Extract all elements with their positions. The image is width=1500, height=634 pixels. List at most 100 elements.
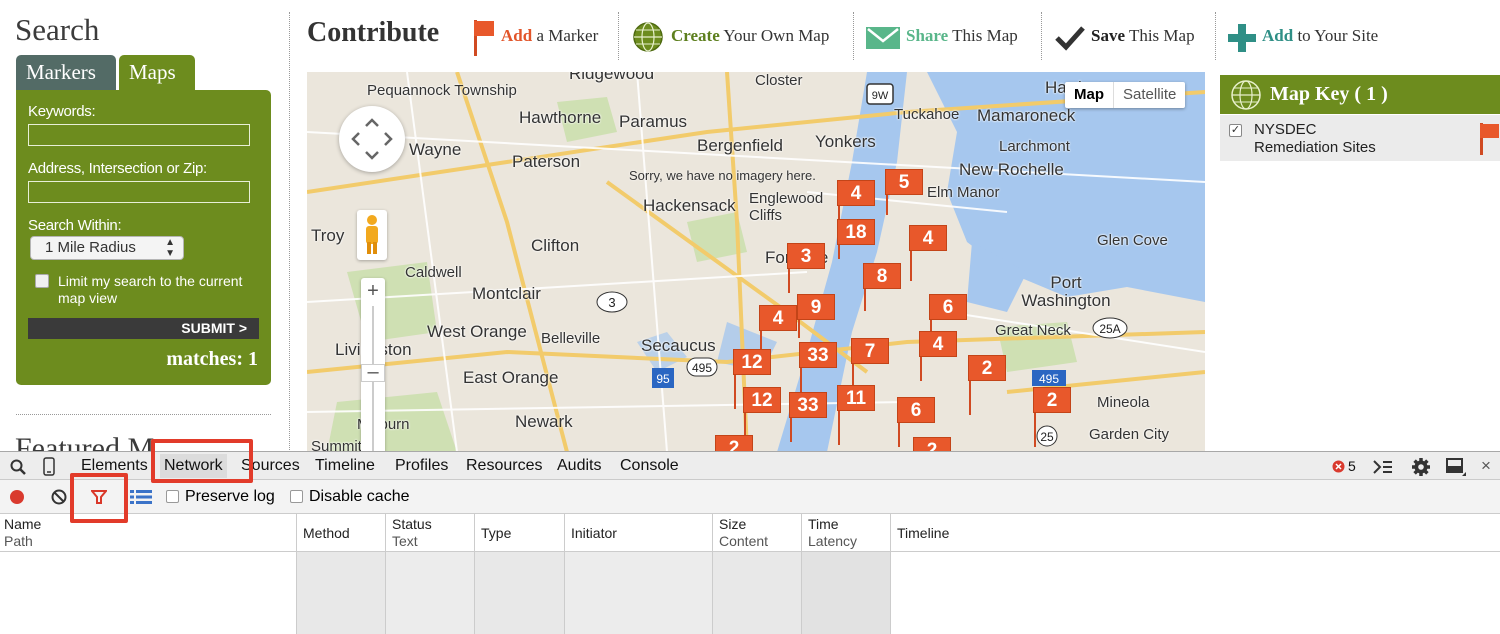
radius-select[interactable]: 1 Mile Radius ▲ ▼: [30, 236, 184, 260]
device-mode-icon[interactable]: [43, 457, 55, 476]
place-label: Paramus: [619, 112, 688, 131]
inspect-search-icon[interactable]: [10, 459, 26, 475]
column-name[interactable]: Name Path: [0, 514, 296, 552]
create-map-link[interactable]: Create Your Own Map: [671, 26, 829, 46]
save-map-link[interactable]: Save This Map: [1091, 26, 1195, 46]
column-initiator[interactable]: Initiator: [564, 514, 712, 552]
contribute-title: Contribute: [307, 17, 440, 48]
place-label: Secaucus: [641, 336, 716, 355]
route-shield-label: 3: [608, 295, 615, 310]
place-label: Ridgewood: [569, 72, 655, 83]
place-label: Elm Manor: [927, 184, 1000, 201]
plus-icon: [1228, 24, 1256, 52]
place-label: Closter: [755, 72, 803, 89]
globe-icon: [1231, 80, 1261, 110]
tab-profiles[interactable]: Profiles: [395, 457, 448, 475]
envelope-icon: [866, 27, 900, 49]
radius-select-value: 1 Mile Radius: [45, 239, 136, 256]
place-label: Great Neck: [995, 322, 1071, 339]
network-tab-highlight: [151, 439, 253, 483]
place-label: Tuckahoe: [894, 106, 960, 123]
flag-icon: [474, 20, 494, 56]
column-method[interactable]: Method: [296, 514, 385, 552]
column-timeline[interactable]: Timeline: [890, 514, 1500, 552]
place-label: Mamaroneck: [977, 106, 1076, 125]
filter-button-highlight: [70, 473, 128, 523]
record-icon[interactable]: [9, 489, 25, 505]
devtools-panel: Elements Network Sources Timeline Profil…: [0, 439, 1500, 634]
search-within-label: Search Within:: [28, 217, 122, 234]
column-time[interactable]: Time Latency: [801, 514, 890, 552]
dock-side-icon[interactable]: [1446, 458, 1466, 478]
close-icon[interactable]: ×: [1481, 456, 1491, 476]
place-label: Troy: [311, 226, 345, 245]
error-count[interactable]: 5: [1348, 458, 1356, 474]
address-input[interactable]: [28, 181, 250, 203]
place-label: East Orange: [463, 368, 559, 387]
globe-icon: [633, 22, 663, 52]
place-label: Newark: [515, 412, 573, 431]
tab-resources[interactable]: Resources: [466, 457, 542, 475]
tab-markers[interactable]: Markers: [16, 55, 116, 91]
zoom-in-button[interactable]: +: [361, 280, 385, 303]
route-shield-label: 25A: [1099, 322, 1120, 336]
add-marker-link[interactable]: Add a Marker: [501, 26, 598, 46]
place-label: Montclair: [472, 284, 541, 303]
zoom-slider-handle[interactable]: –: [361, 362, 385, 382]
matches-count: matches: 1: [166, 348, 258, 370]
place-label: Garden City: [1089, 426, 1170, 443]
place-label: West Orange: [427, 322, 527, 341]
preserve-log-checkbox[interactable]: [166, 490, 179, 503]
error-icon: [1332, 460, 1345, 473]
place-label: Belleville: [541, 330, 601, 347]
disable-cache-checkbox[interactable]: [290, 490, 303, 503]
disable-cache-label: Disable cache: [309, 488, 410, 505]
map-type-control: Map Satellite: [1065, 82, 1186, 108]
place-label: Bergenfield: [697, 136, 784, 155]
place-label: Wayne: [409, 140, 462, 159]
map-canvas[interactable]: 9W 3 495 95 25A 495 25 Ridgewood Pequann…: [307, 72, 1205, 452]
column-size[interactable]: Size Content: [712, 514, 801, 552]
drawer-toggle-icon[interactable]: [1373, 459, 1393, 475]
keywords-input[interactable]: [28, 124, 250, 146]
route-shield-label: 25: [1040, 430, 1054, 444]
map-type-satellite-button[interactable]: Satellite: [1114, 82, 1185, 108]
column-status[interactable]: Status Text: [385, 514, 474, 552]
submit-button[interactable]: SUBMIT >: [28, 318, 259, 339]
place-label: Englewood Cliffs: [749, 190, 824, 224]
place-label: Summit: [311, 438, 362, 452]
pan-control[interactable]: [339, 106, 405, 172]
place-label: New Rochelle: [959, 160, 1064, 179]
search-title: Search: [15, 12, 100, 47]
add-to-site-link[interactable]: Add to Your Site: [1262, 26, 1378, 46]
place-label: Mineola: [1097, 394, 1150, 411]
clear-icon[interactable]: [51, 489, 67, 505]
place-label: Hackensack: [643, 196, 736, 215]
gear-icon[interactable]: [1411, 457, 1431, 477]
share-map-link[interactable]: Share This Map: [906, 26, 1018, 46]
flag-icon: [1480, 123, 1499, 155]
network-toolbar: Preserve log Disable cache: [0, 480, 1500, 514]
tab-console[interactable]: Console: [620, 457, 679, 475]
pegman-icon: [366, 215, 378, 254]
list-view-icon[interactable]: [130, 489, 152, 505]
divider: [853, 12, 854, 60]
divider: [1215, 12, 1216, 60]
route-shield-label: 95: [656, 372, 670, 386]
map-key-checkbox[interactable]: ✓: [1229, 124, 1242, 137]
place-label: Caldwell: [405, 264, 462, 281]
tab-maps[interactable]: Maps: [119, 55, 195, 91]
map-type-map-button[interactable]: Map: [1065, 82, 1114, 108]
place-label: Larchmont: [999, 138, 1070, 155]
limit-search-checkbox[interactable]: [35, 274, 49, 288]
map-key-title: Map Key ( 1 ): [1270, 83, 1388, 105]
place-label: Clifton: [531, 236, 580, 255]
zoom-control[interactable]: + –: [361, 278, 385, 452]
street-view-pegman[interactable]: [357, 210, 387, 260]
column-type[interactable]: Type: [474, 514, 564, 552]
place-label: Pequannock Township: [367, 82, 517, 99]
network-table-header: Name Path Method Status Text Type Initiato…: [0, 514, 1500, 552]
map-key-label-line2: Remediation Sites: [1254, 139, 1376, 156]
tab-timeline[interactable]: Timeline: [315, 457, 375, 475]
tab-audits[interactable]: Audits: [557, 457, 601, 475]
